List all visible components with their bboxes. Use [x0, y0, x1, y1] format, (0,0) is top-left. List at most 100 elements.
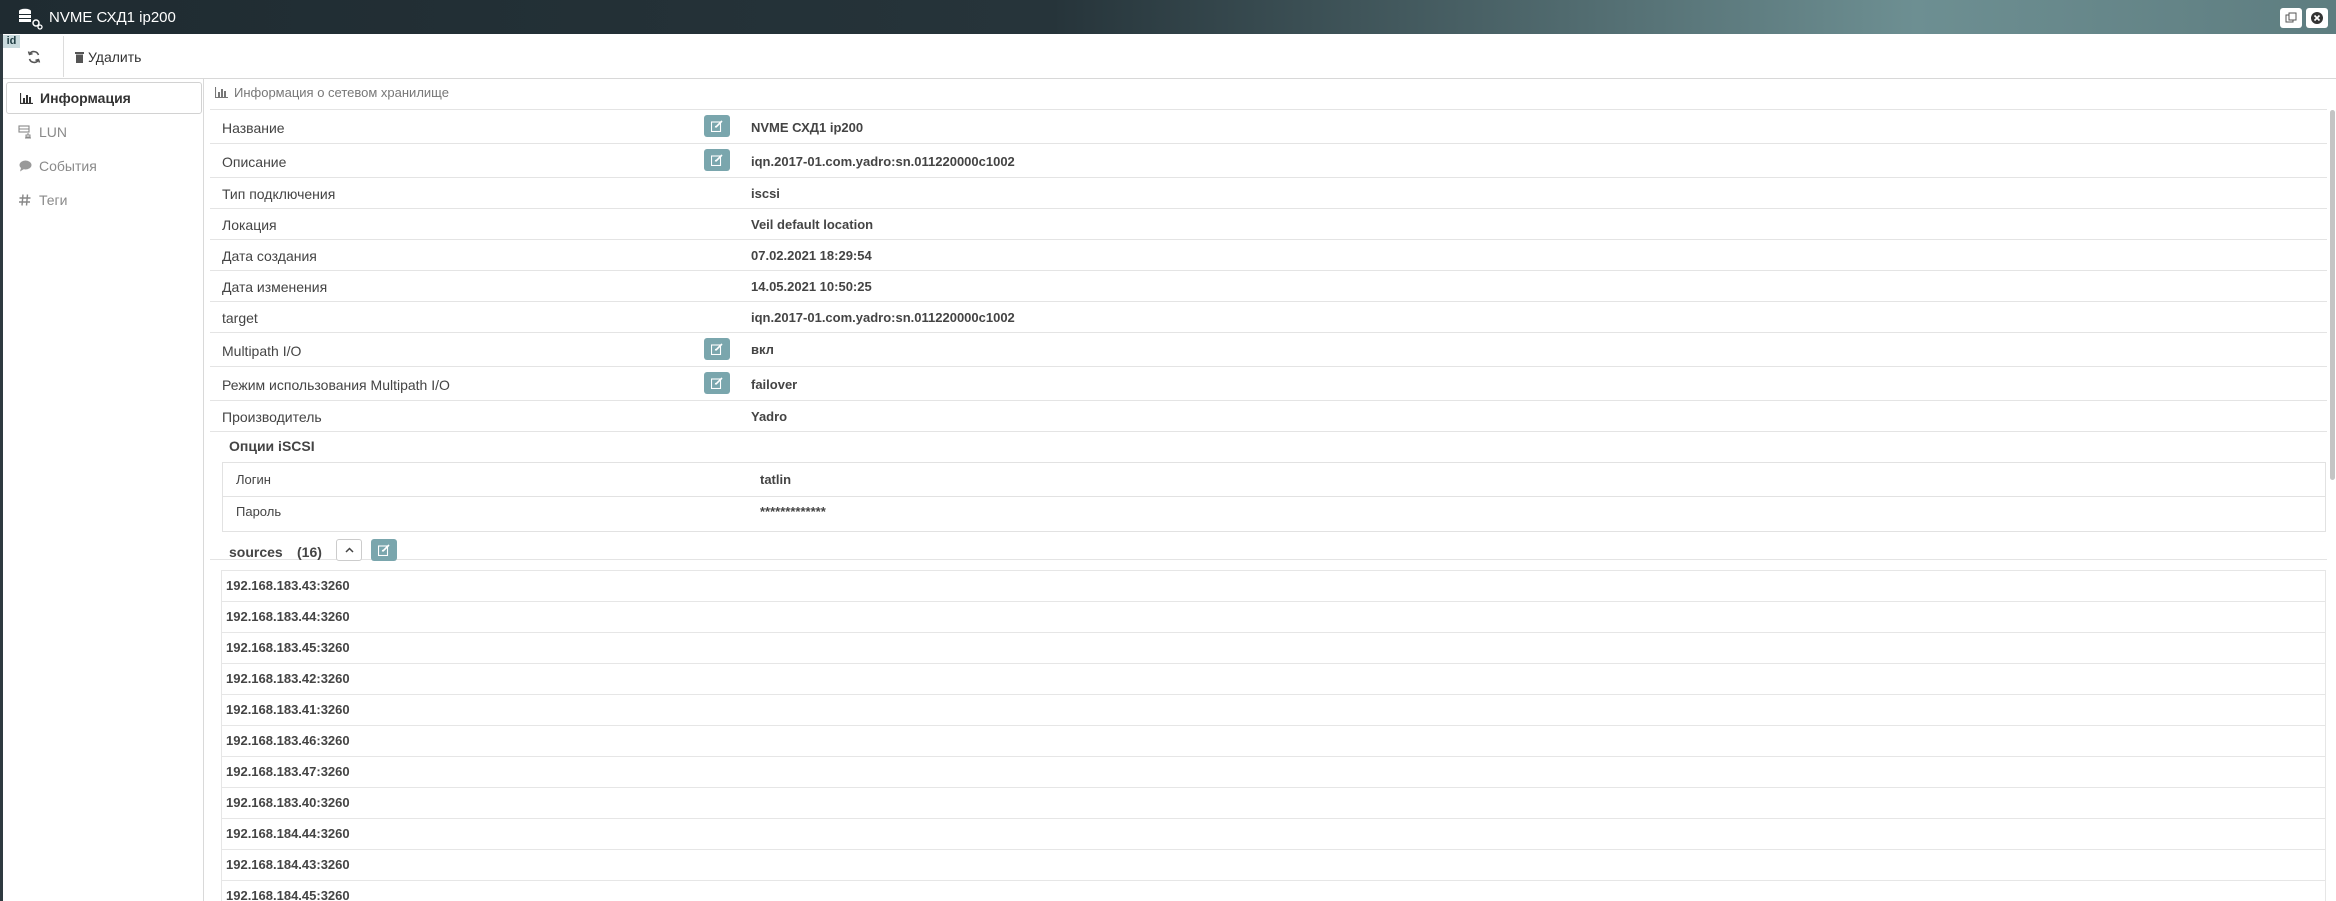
sidebar: Информация LUN События Теги — [3, 79, 204, 901]
toolbar-separator — [63, 36, 64, 77]
list-item: 192.168.184.45:3260 — [221, 881, 2326, 901]
field-label: target — [222, 310, 258, 326]
edit-name-button[interactable] — [704, 115, 730, 137]
list-item: 192.168.184.43:3260 — [221, 850, 2326, 881]
trash-icon — [75, 51, 84, 63]
field-value: вкл — [751, 342, 774, 357]
close-window-button[interactable] — [2306, 8, 2328, 28]
delete-button-label: Удалить — [88, 49, 142, 65]
edit-icon — [378, 544, 390, 556]
iscsi-row-login: Логин tatlin — [223, 463, 2325, 497]
restore-window-icon — [2285, 12, 2297, 23]
toolbar: Удалить — [3, 34, 2336, 79]
info-row-created: Дата создания 07.02.2021 18:29:54 — [210, 240, 2327, 271]
delete-button[interactable]: Удалить — [75, 46, 141, 68]
info-row-name: Название NVME СХД1 ip200 — [210, 110, 2327, 144]
edit-multipath-button[interactable] — [704, 338, 730, 360]
sidebar-item-label: События — [39, 158, 97, 174]
id-badge: id — [3, 35, 20, 48]
edit-multipath-mode-button[interactable] — [704, 372, 730, 394]
field-label: Локация — [222, 217, 277, 233]
sidebar-item-label: Информация — [40, 90, 131, 106]
info-row-connection-type: Тип подключения iscsi — [210, 178, 2327, 209]
hash-icon — [18, 193, 32, 207]
source-address: 192.168.183.40:3260 — [226, 795, 350, 810]
info-row-target: target iqn.2017-01.com.yadro:sn.01122000… — [210, 302, 2327, 333]
field-value: 07.02.2021 18:29:54 — [751, 248, 872, 263]
field-label: Режим использования Multipath I/O — [222, 377, 450, 393]
sidebar-item-lun[interactable]: LUN — [6, 116, 202, 148]
collapse-sources-button[interactable] — [336, 539, 362, 561]
field-label: Логин — [236, 472, 271, 487]
field-value: Veil default location — [751, 217, 874, 232]
field-label: Пароль — [236, 504, 282, 519]
bar-chart-icon — [215, 87, 228, 98]
list-item: 192.168.183.42:3260 — [221, 664, 2326, 695]
lun-icon — [18, 125, 32, 139]
chevron-up-icon — [344, 547, 354, 553]
source-address: 192.168.183.44:3260 — [226, 609, 350, 624]
window-title-bar: NVME СХД1 ip200 — [0, 0, 2336, 34]
field-label: Дата создания — [222, 248, 317, 264]
source-address: 192.168.184.43:3260 — [226, 857, 350, 872]
sidebar-item-label: LUN — [39, 124, 68, 140]
field-value: 14.05.2021 10:50:25 — [751, 279, 872, 294]
edit-icon — [711, 154, 723, 166]
edit-description-button[interactable] — [704, 149, 730, 171]
section-title: Информация о сетевом хранилище — [215, 85, 449, 100]
field-label: Тип подключения — [222, 186, 336, 202]
sidebar-item-events[interactable]: События — [6, 150, 202, 182]
edit-icon — [711, 377, 723, 389]
edit-sources-button[interactable] — [371, 539, 397, 561]
list-item: 192.168.184.44:3260 — [221, 819, 2326, 850]
list-item: 192.168.183.45:3260 — [221, 633, 2326, 664]
iscsi-row-password: Пароль ************* — [223, 496, 2325, 530]
list-item: 192.168.183.43:3260 — [221, 571, 2326, 602]
restore-window-button[interactable] — [2280, 8, 2302, 28]
info-row-description: Описание iqn.2017-01.com.yadro:sn.011220… — [210, 144, 2327, 178]
refresh-button[interactable] — [23, 46, 45, 68]
iscsi-options-group: Опции iSCSI Логин tatlin Пароль ********… — [210, 432, 2327, 560]
sidebar-item-label: Теги — [39, 192, 68, 208]
vertical-scrollbar[interactable] — [2330, 110, 2335, 480]
sidebar-item-tags[interactable]: Теги — [6, 184, 202, 216]
info-table: Название NVME СХД1 ip200 Описание iqn.20… — [210, 109, 2327, 560]
field-label: Производитель — [222, 409, 322, 425]
source-address: 192.168.183.47:3260 — [226, 764, 350, 779]
field-value: NVME СХД1 ip200 — [751, 120, 864, 135]
source-address: 192.168.184.45:3260 — [226, 888, 350, 901]
list-item: 192.168.183.46:3260 — [221, 726, 2326, 757]
bar-chart-icon — [19, 91, 33, 105]
field-value: iqn.2017-01.com.yadro:sn.011220000c1002 — [751, 154, 1015, 169]
storage-database-icon — [14, 2, 44, 32]
sources-count: (16) — [297, 544, 322, 560]
field-value: ************* — [760, 504, 826, 519]
source-address: 192.168.183.43:3260 — [226, 578, 350, 593]
field-value: tatlin — [760, 472, 792, 487]
list-item: 192.168.183.44:3260 — [221, 602, 2326, 633]
edit-icon — [711, 343, 723, 355]
comment-icon — [18, 159, 32, 173]
window-title: NVME СХД1 ip200 — [49, 8, 176, 26]
source-address: 192.168.183.46:3260 — [226, 733, 350, 748]
sources-title: sources — [229, 544, 283, 560]
main-panel: Информация о сетевом хранилище Название … — [209, 79, 2336, 901]
field-label: Multipath I/O — [222, 343, 302, 359]
info-row-multipath: Multipath I/O вкл — [210, 333, 2327, 367]
field-value: Yadro — [751, 409, 788, 424]
info-row-multipath-mode: Режим использования Multipath I/O failov… — [210, 367, 2327, 401]
source-address: 192.168.184.44:3260 — [226, 826, 350, 841]
list-item: 192.168.183.47:3260 — [221, 757, 2326, 788]
info-row-location: Локация Veil default location — [210, 209, 2327, 240]
field-value: iscsi — [751, 186, 780, 201]
field-label: Описание — [222, 154, 287, 170]
section-title-text: Информация о сетевом хранилище — [234, 85, 449, 100]
edit-icon — [711, 120, 723, 132]
source-address: 192.168.183.42:3260 — [226, 671, 350, 686]
refresh-icon — [27, 50, 41, 64]
sidebar-item-info[interactable]: Информация — [6, 82, 202, 114]
iscsi-options-table: Логин tatlin Пароль ************* — [222, 462, 2326, 532]
close-circle-icon — [2311, 12, 2323, 24]
iscsi-options-title: Опции iSCSI — [229, 438, 315, 454]
source-address: 192.168.183.41:3260 — [226, 702, 350, 717]
